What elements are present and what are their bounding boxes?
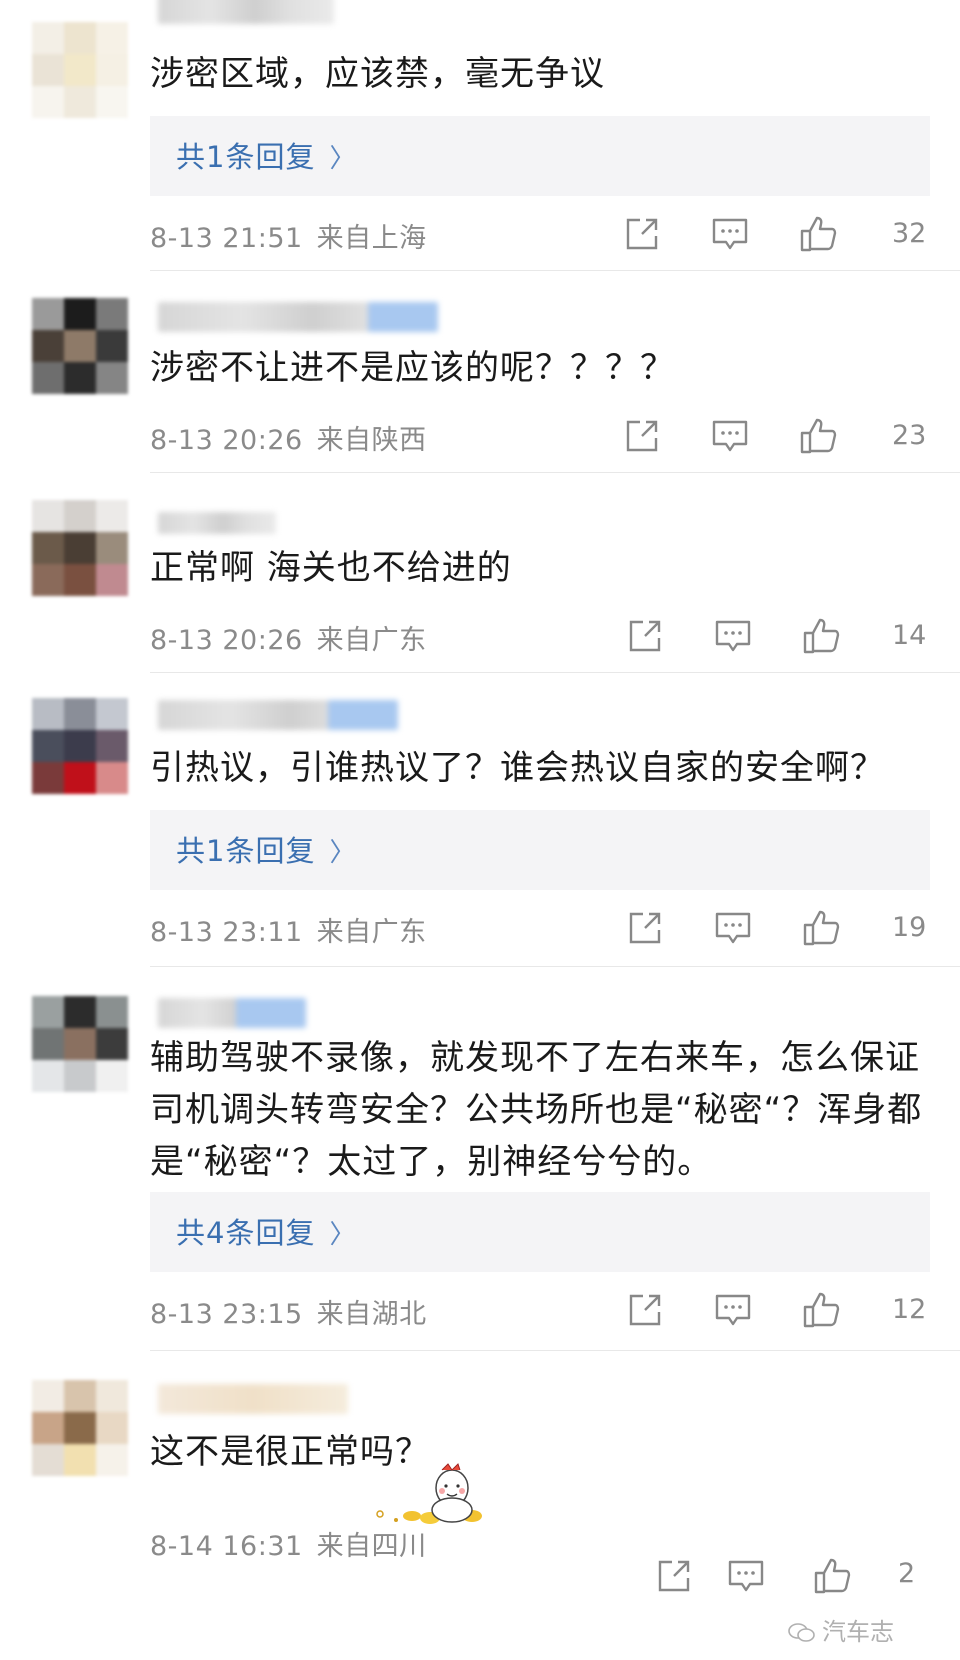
sticker-emoji-icon — [376, 1463, 482, 1524]
comment-meta: 8-13 20:26 来自广东 — [150, 618, 427, 657]
comment-location: 来自广东 — [316, 625, 427, 656]
comment-text: 正常啊 海关也不给进的 — [150, 548, 512, 588]
share-icon[interactable] — [625, 908, 665, 948]
avatar[interactable] — [32, 22, 128, 118]
watermark-text: 汽车志 — [822, 1618, 894, 1646]
comment-location: 来自四川 — [316, 1531, 427, 1562]
comment-text: 引热议，引谁热议了？谁会热议自家的安全啊？ — [150, 748, 885, 788]
divider — [150, 270, 960, 271]
comment-text: 这不是很正常吗？ — [150, 1432, 430, 1472]
like-count: 14 — [892, 620, 927, 651]
chevron-right-icon: 〉 — [329, 838, 357, 868]
like-count: 2 — [898, 1558, 916, 1589]
comment-date: 8-13 20:26 — [150, 425, 303, 456]
reply-box[interactable]: 共1条回复〉 — [150, 810, 930, 890]
like-count: 19 — [892, 912, 927, 943]
comment-icon[interactable] — [713, 908, 753, 948]
share-icon[interactable] — [625, 616, 665, 656]
comment-meta: 8-13 21:51 来自上海 — [150, 216, 427, 255]
thumbs-up-icon[interactable] — [801, 908, 841, 948]
comment-location: 来自湖北 — [316, 1299, 427, 1330]
divider — [150, 966, 960, 967]
username-blurred[interactable] — [158, 512, 276, 534]
comment-text: 辅助驾驶不录像，就发现不了左右来车，怎么保证司机调头转弯安全？公共场所也是“秘密… — [150, 1038, 923, 1182]
comment-date: 8-13 21:51 — [150, 223, 303, 254]
comment-date: 8-13 20:26 — [150, 625, 303, 656]
comment-meta: 8-13 23:15 来自湖北 — [150, 1292, 427, 1331]
avatar[interactable] — [32, 996, 128, 1092]
comment-actions: 32 — [626, 214, 940, 264]
thumbs-up-icon[interactable] — [801, 1290, 841, 1330]
avatar[interactable] — [32, 698, 128, 794]
comment-icon[interactable] — [713, 616, 753, 656]
comment-location: 来自上海 — [316, 223, 427, 254]
share-icon[interactable] — [622, 214, 662, 254]
comment-icon[interactable] — [726, 1556, 766, 1596]
share-icon[interactable] — [654, 1556, 694, 1596]
username-blurred[interactable] — [158, 700, 398, 730]
chevron-right-icon: 〉 — [329, 1220, 357, 1250]
divider — [150, 472, 960, 473]
comment-actions: 12 — [629, 1290, 940, 1340]
thumbs-up-icon[interactable] — [812, 1556, 852, 1596]
comment-date: 8-13 23:15 — [150, 1299, 303, 1330]
divider — [150, 1350, 960, 1351]
comment-icon[interactable] — [710, 214, 750, 254]
reply-count-link[interactable]: 共1条回复〉 — [176, 134, 356, 176]
avatar[interactable] — [32, 1380, 128, 1476]
thumbs-up-icon[interactable] — [801, 616, 841, 656]
thumbs-up-icon[interactable] — [798, 214, 838, 254]
comment-actions: 19 — [629, 908, 940, 958]
like-count: 12 — [892, 1294, 927, 1325]
chevron-right-icon: 〉 — [329, 144, 357, 174]
comment-actions: 2 — [640, 1556, 940, 1606]
username-blurred[interactable] — [158, 0, 334, 24]
comment-location: 来自陕西 — [316, 425, 427, 456]
reply-box[interactable]: 共1条回复〉 — [150, 116, 930, 196]
comment-meta: 8-14 16:31 来自四川 — [150, 1524, 427, 1563]
username-blurred[interactable] — [158, 302, 438, 332]
share-icon[interactable] — [625, 1290, 665, 1330]
comment-date: 8-14 16:31 — [150, 1531, 303, 1562]
avatar[interactable] — [32, 500, 128, 596]
reply-count-link[interactable]: 共4条回复〉 — [176, 1210, 356, 1252]
username-blurred[interactable] — [158, 1384, 348, 1414]
reply-count-link[interactable]: 共1条回复〉 — [176, 828, 356, 870]
username-blurred[interactable] — [158, 998, 306, 1028]
share-icon[interactable] — [622, 416, 662, 456]
wechat-icon — [788, 1623, 815, 1642]
comment-location: 来自广东 — [316, 917, 427, 948]
comment-text: 涉密不让进不是应该的呢？？？？ — [150, 348, 675, 388]
comment-date: 8-13 23:11 — [150, 917, 303, 948]
reply-box[interactable]: 共4条回复〉 — [150, 1192, 930, 1272]
comment-actions: 23 — [626, 416, 940, 466]
like-count: 23 — [892, 420, 927, 451]
divider — [150, 672, 960, 673]
watermark: 汽车志 — [788, 1612, 894, 1647]
comment-icon[interactable] — [710, 416, 750, 456]
comment-text: 涉密区域，应该禁，毫无争议 — [150, 54, 605, 94]
avatar[interactable] — [32, 298, 128, 394]
comment-actions: 14 — [629, 616, 940, 666]
comment-icon[interactable] — [713, 1290, 753, 1330]
like-count: 32 — [892, 218, 927, 249]
comment-meta: 8-13 23:11 来自广东 — [150, 910, 427, 949]
thumbs-up-icon[interactable] — [798, 416, 838, 456]
comment-meta: 8-13 20:26 来自陕西 — [150, 418, 427, 457]
